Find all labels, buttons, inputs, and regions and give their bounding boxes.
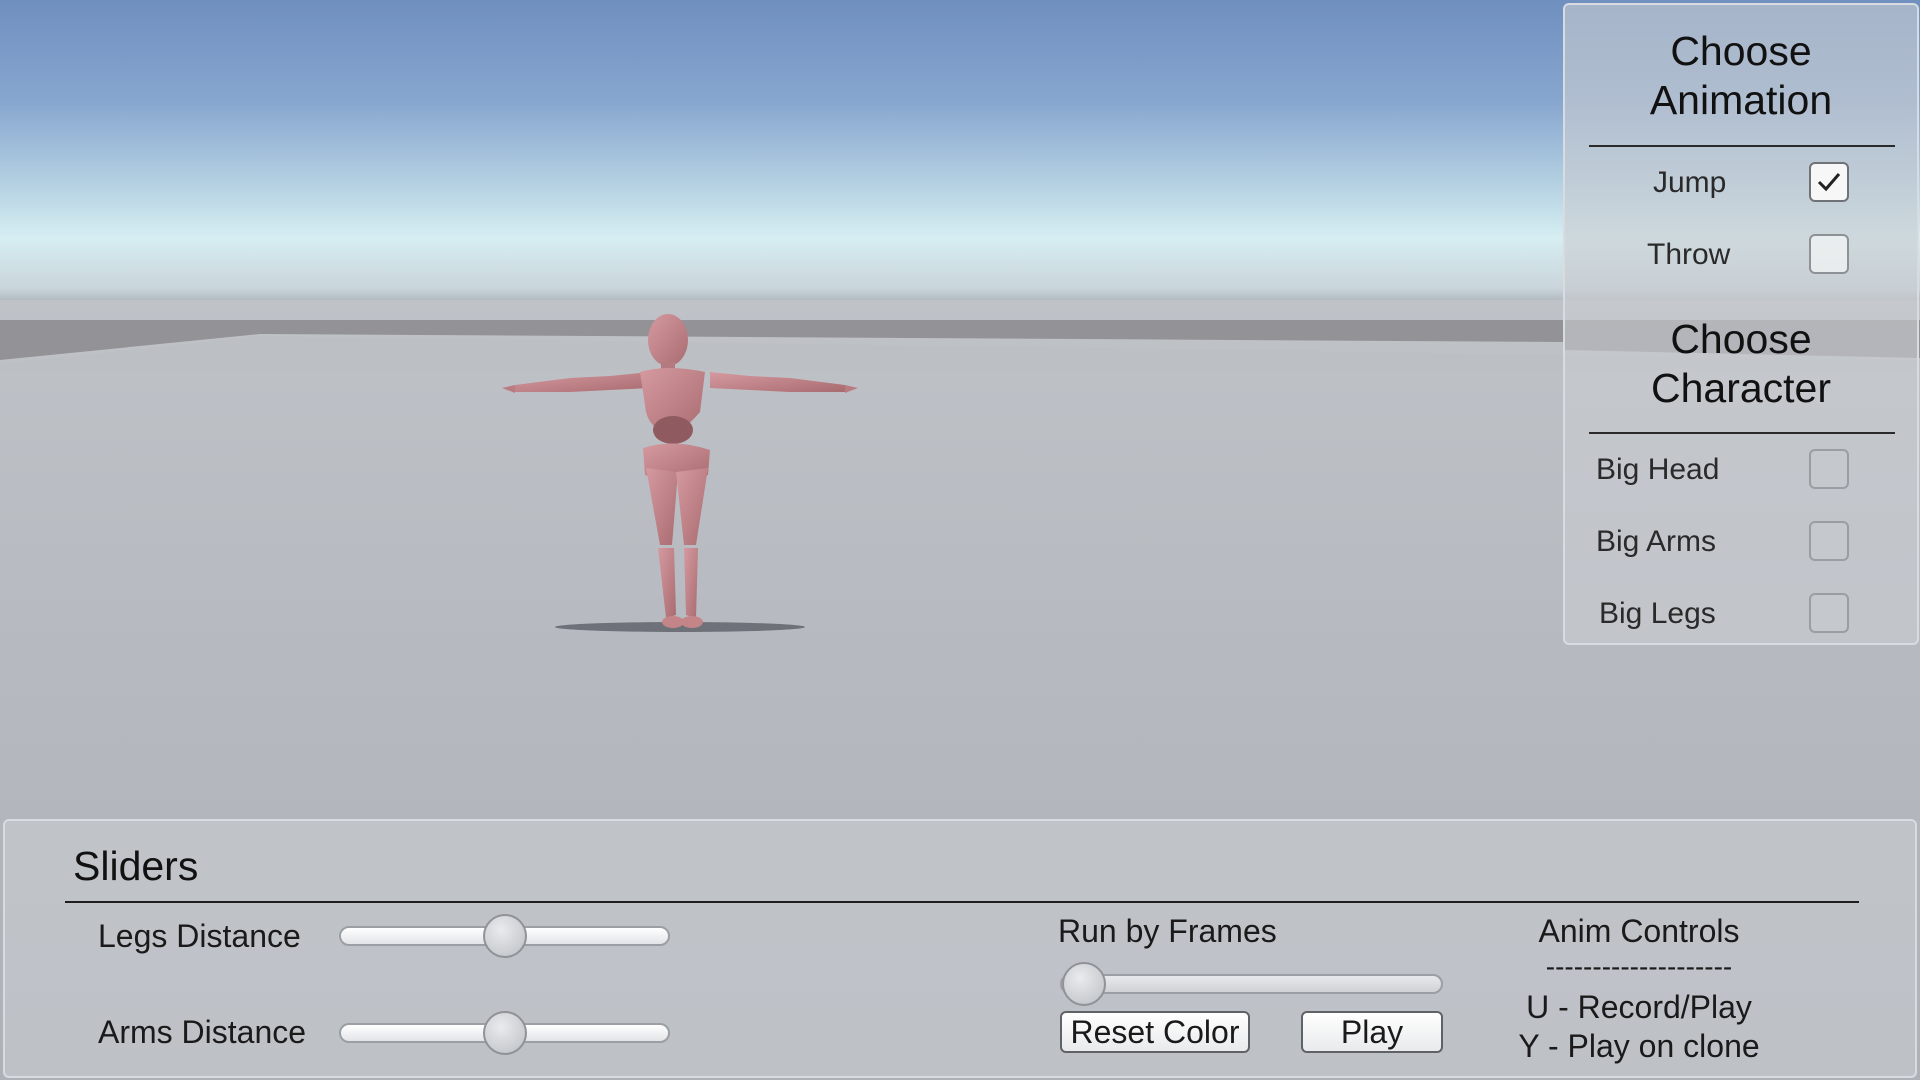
throw-checkbox[interactable] [1809, 234, 1849, 274]
animation-title-line2: Animation [1649, 77, 1833, 123]
option-big-head-label: Big Head [1596, 453, 1720, 486]
character-title-line1: Choose [1670, 316, 1812, 362]
animation-divider [1589, 145, 1895, 147]
option-throw-label: Throw [1647, 238, 1731, 271]
play-button[interactable]: Play [1301, 1011, 1443, 1053]
arms-distance-label: Arms Distance [98, 1014, 307, 1050]
animation-character-panel: Choose Animation Jump Throw Choose Chara… [1563, 3, 1919, 645]
animation-title-line1: Choose [1670, 28, 1812, 74]
option-big-arms-label: Big Arms [1596, 525, 1717, 558]
sliders-title: Sliders [73, 843, 199, 889]
option-jump-label: Jump [1653, 166, 1727, 199]
legs-distance-slider[interactable] [339, 914, 670, 958]
run-by-frames-slider[interactable] [1060, 962, 1443, 1006]
anim-controls-separator: -------------------- [1545, 951, 1733, 982]
sliders-panel: Sliders Legs Distance Arms Distance Run … [3, 819, 1917, 1078]
big-head-checkbox[interactable] [1809, 449, 1849, 489]
run-by-frames-label: Run by Frames [1058, 913, 1277, 949]
run-by-frames-thumb[interactable] [1062, 962, 1106, 1006]
character-model [502, 314, 858, 632]
jump-checkbox[interactable] [1809, 162, 1849, 202]
sliders-divider [65, 901, 1859, 903]
character-title-line2: Character [1650, 365, 1831, 411]
option-big-legs-label: Big Legs [1599, 597, 1716, 630]
character-divider [1589, 432, 1895, 434]
reset-color-button[interactable]: Reset Color [1060, 1011, 1250, 1053]
arms-distance-slider[interactable] [339, 1011, 670, 1055]
arms-distance-thumb[interactable] [482, 1011, 527, 1055]
anim-controls-record-play: U - Record/Play [1526, 989, 1752, 1025]
checkmark-icon [1817, 173, 1841, 192]
big-arms-checkbox[interactable] [1809, 521, 1849, 561]
legs-distance-thumb[interactable] [482, 914, 527, 958]
anim-controls-play-clone: Y - Play on clone [1518, 1028, 1760, 1064]
anim-controls-title: Anim Controls [1538, 913, 1740, 949]
big-legs-checkbox[interactable] [1809, 593, 1849, 633]
legs-distance-label: Legs Distance [98, 918, 301, 954]
